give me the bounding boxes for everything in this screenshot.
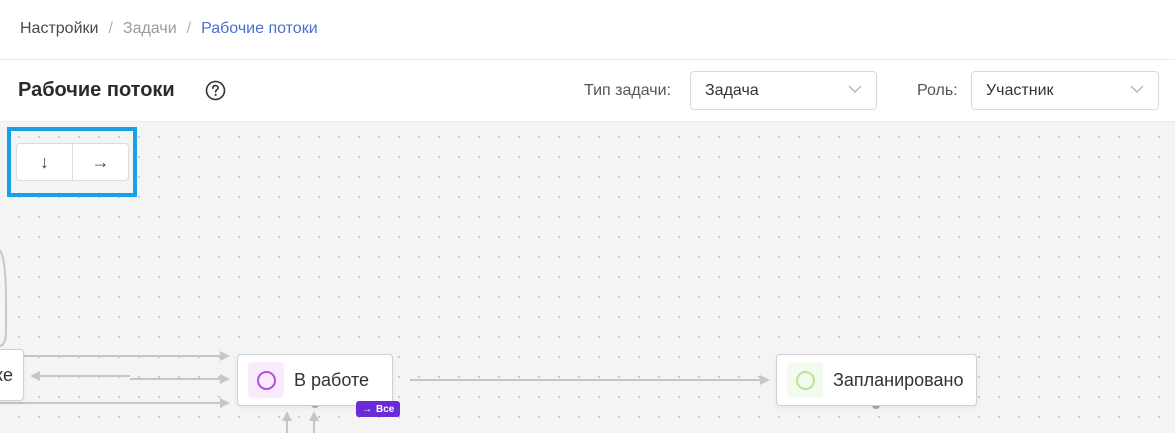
breadcrumb-separator: / bbox=[186, 20, 192, 37]
status-circle-icon bbox=[787, 362, 823, 398]
status-node-label: В работе bbox=[294, 369, 370, 390]
workflow-canvas[interactable] bbox=[0, 121, 1175, 433]
arrow-right-icon: → bbox=[91, 151, 110, 172]
role-label: Роль: bbox=[917, 82, 958, 99]
role-select[interactable]: Участник bbox=[971, 71, 1159, 110]
layout-direction-toggle: ↓ → bbox=[16, 143, 129, 181]
breadcrumb-item-workflows: Рабочие потоки bbox=[201, 20, 318, 37]
transition-all-badge[interactable]: → Все bbox=[356, 401, 401, 417]
chevron-down-icon bbox=[1130, 85, 1144, 93]
help-icon[interactable] bbox=[205, 80, 226, 101]
arrow-right-icon: → bbox=[362, 403, 372, 415]
status-node-partial[interactable]: ке bbox=[0, 349, 24, 401]
task-type-select[interactable]: Задача bbox=[690, 71, 877, 110]
status-node-in-progress[interactable]: В работе bbox=[237, 354, 393, 406]
header-divider bbox=[0, 59, 1175, 60]
horizontal-layout-button[interactable]: → bbox=[72, 144, 128, 180]
badge-label: Все bbox=[376, 403, 395, 415]
status-node-label: Запланировано bbox=[833, 369, 964, 390]
page-title: Рабочие потоки bbox=[18, 79, 175, 101]
breadcrumb-item-settings[interactable]: Настройки bbox=[20, 20, 98, 38]
breadcrumb: Настройки / Задачи / Рабочие потоки bbox=[20, 20, 318, 38]
breadcrumb-item-tasks[interactable]: Задачи bbox=[123, 20, 177, 38]
chevron-down-icon bbox=[848, 85, 862, 93]
status-node-label: ке bbox=[0, 364, 13, 385]
vertical-layout-button[interactable]: ↓ bbox=[17, 144, 72, 180]
status-node-planned[interactable]: Запланировано bbox=[776, 354, 977, 406]
task-type-label: Тип задачи: bbox=[584, 82, 671, 99]
role-value: Участник bbox=[986, 82, 1054, 99]
breadcrumb-separator: / bbox=[108, 20, 113, 37]
arrow-down-icon: ↓ bbox=[40, 151, 49, 172]
task-type-value: Задача bbox=[705, 82, 759, 99]
status-circle-icon bbox=[248, 362, 284, 398]
